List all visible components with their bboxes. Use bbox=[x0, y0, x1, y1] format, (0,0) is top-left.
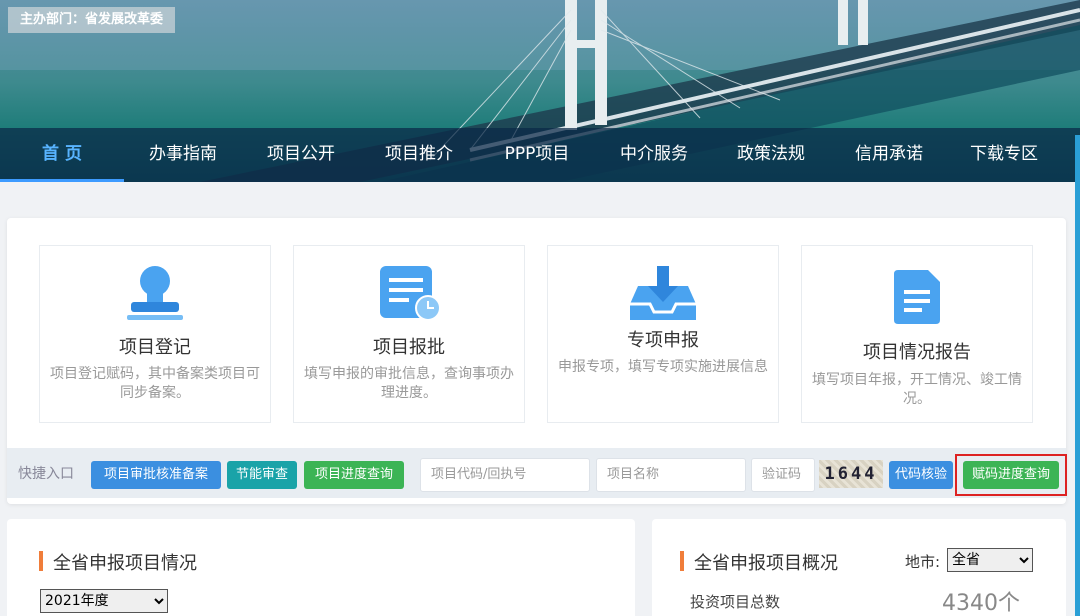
service-panel: 项目登记 项目登记赋码，其中备案类项目可同步备案。 项目报批 填写申报的审批信息… bbox=[7, 218, 1067, 504]
highlight-box bbox=[955, 454, 1067, 496]
progress-query-button[interactable]: 项目进度查询 bbox=[304, 461, 404, 489]
nav-agency[interactable]: 中介服务 bbox=[596, 128, 712, 182]
section-title: 全省申报项目概况 bbox=[680, 549, 838, 575]
captcha-image[interactable]: 1644 bbox=[819, 460, 883, 488]
sponsor-label: 主办部门：省发展改革委 bbox=[8, 7, 176, 33]
stamp-icon bbox=[125, 264, 185, 326]
header-banner: 主办部门：省发展改革委 首页 办事指南 项目公开 项目推介 PPP项目 中介服务… bbox=[0, 0, 1080, 182]
approval-filing-button[interactable]: 项目审批核准备案 bbox=[91, 461, 221, 489]
energy-review-button[interactable]: 节能审查 bbox=[227, 461, 297, 489]
captcha-input[interactable]: 验证码 bbox=[751, 458, 815, 492]
feature-desc: 项目登记赋码，其中备案类项目可同步备案。 bbox=[50, 366, 260, 401]
stat-label: 投资项目总数 bbox=[690, 593, 781, 611]
nav-credit[interactable]: 信用承诺 bbox=[830, 128, 948, 182]
project-name-input[interactable]: 项目名称 bbox=[596, 458, 746, 492]
feature-project-register[interactable]: 项目登记 项目登记赋码，其中备案类项目可同步备案。 bbox=[39, 245, 271, 423]
side-toolbar bbox=[1075, 135, 1080, 616]
feature-project-report[interactable]: 项目情况报告 填写项目年报，开工情况、竣工情况。 bbox=[801, 245, 1033, 423]
quick-entry-label: 快捷入口 bbox=[18, 466, 74, 482]
nav-project-public[interactable]: 项目公开 bbox=[242, 128, 360, 182]
section-title: 全省申报项目情况 bbox=[39, 549, 197, 575]
feature-project-approval[interactable]: 项目报批 填写申报的审批信息，查询事项办理进度。 bbox=[293, 245, 525, 423]
inbox-download-icon bbox=[628, 264, 698, 326]
nav-policy[interactable]: 政策法规 bbox=[712, 128, 830, 182]
feature-desc: 填写项目年报，开工情况、竣工情况。 bbox=[812, 372, 1022, 407]
nav-guide[interactable]: 办事指南 bbox=[124, 128, 242, 182]
province-projects-card: 全省申报项目情况 2021年度 bbox=[7, 519, 635, 616]
feature-desc: 申报专项，填写专项实施进展信息 bbox=[558, 359, 768, 375]
code-verify-button[interactable]: 代码核验 bbox=[889, 461, 953, 489]
feature-desc: 填写申报的审批信息，查询事项办理进度。 bbox=[304, 366, 514, 401]
feature-title: 专项申报 bbox=[627, 330, 699, 351]
nav-ppp[interactable]: PPP项目 bbox=[478, 128, 596, 182]
project-code-input[interactable]: 项目代码/回执号 bbox=[420, 458, 590, 492]
year-select[interactable]: 2021年度 bbox=[40, 589, 168, 613]
feature-title: 项目情况报告 bbox=[863, 342, 971, 363]
nav-project-promotion[interactable]: 项目推介 bbox=[360, 128, 478, 182]
province-overview-card: 全省申报项目概况 地市: 全省 投资项目总数 4340个 bbox=[652, 519, 1066, 616]
nav-download[interactable]: 下载专区 bbox=[948, 128, 1060, 182]
stat-value: 4340个 bbox=[942, 591, 1020, 616]
main-nav: 首页 办事指南 项目公开 项目推介 PPP项目 中介服务 政策法规 信用承诺 下… bbox=[0, 128, 1080, 182]
feature-title: 项目登记 bbox=[119, 337, 191, 358]
quick-entry-bar: 快捷入口 项目审批核准备案 节能审查 项目进度查询 项目代码/回执号 项目名称 … bbox=[7, 448, 1067, 498]
feature-special-application[interactable]: 专项申报 申报专项，填写专项实施进展信息 bbox=[547, 245, 779, 423]
city-select[interactable]: 全省 bbox=[947, 548, 1033, 572]
city-label: 地市: bbox=[905, 553, 941, 571]
feature-title: 项目报批 bbox=[373, 337, 445, 358]
nav-home[interactable]: 首页 bbox=[0, 128, 124, 182]
document-clock-icon bbox=[376, 264, 442, 326]
report-document-icon bbox=[890, 268, 944, 330]
